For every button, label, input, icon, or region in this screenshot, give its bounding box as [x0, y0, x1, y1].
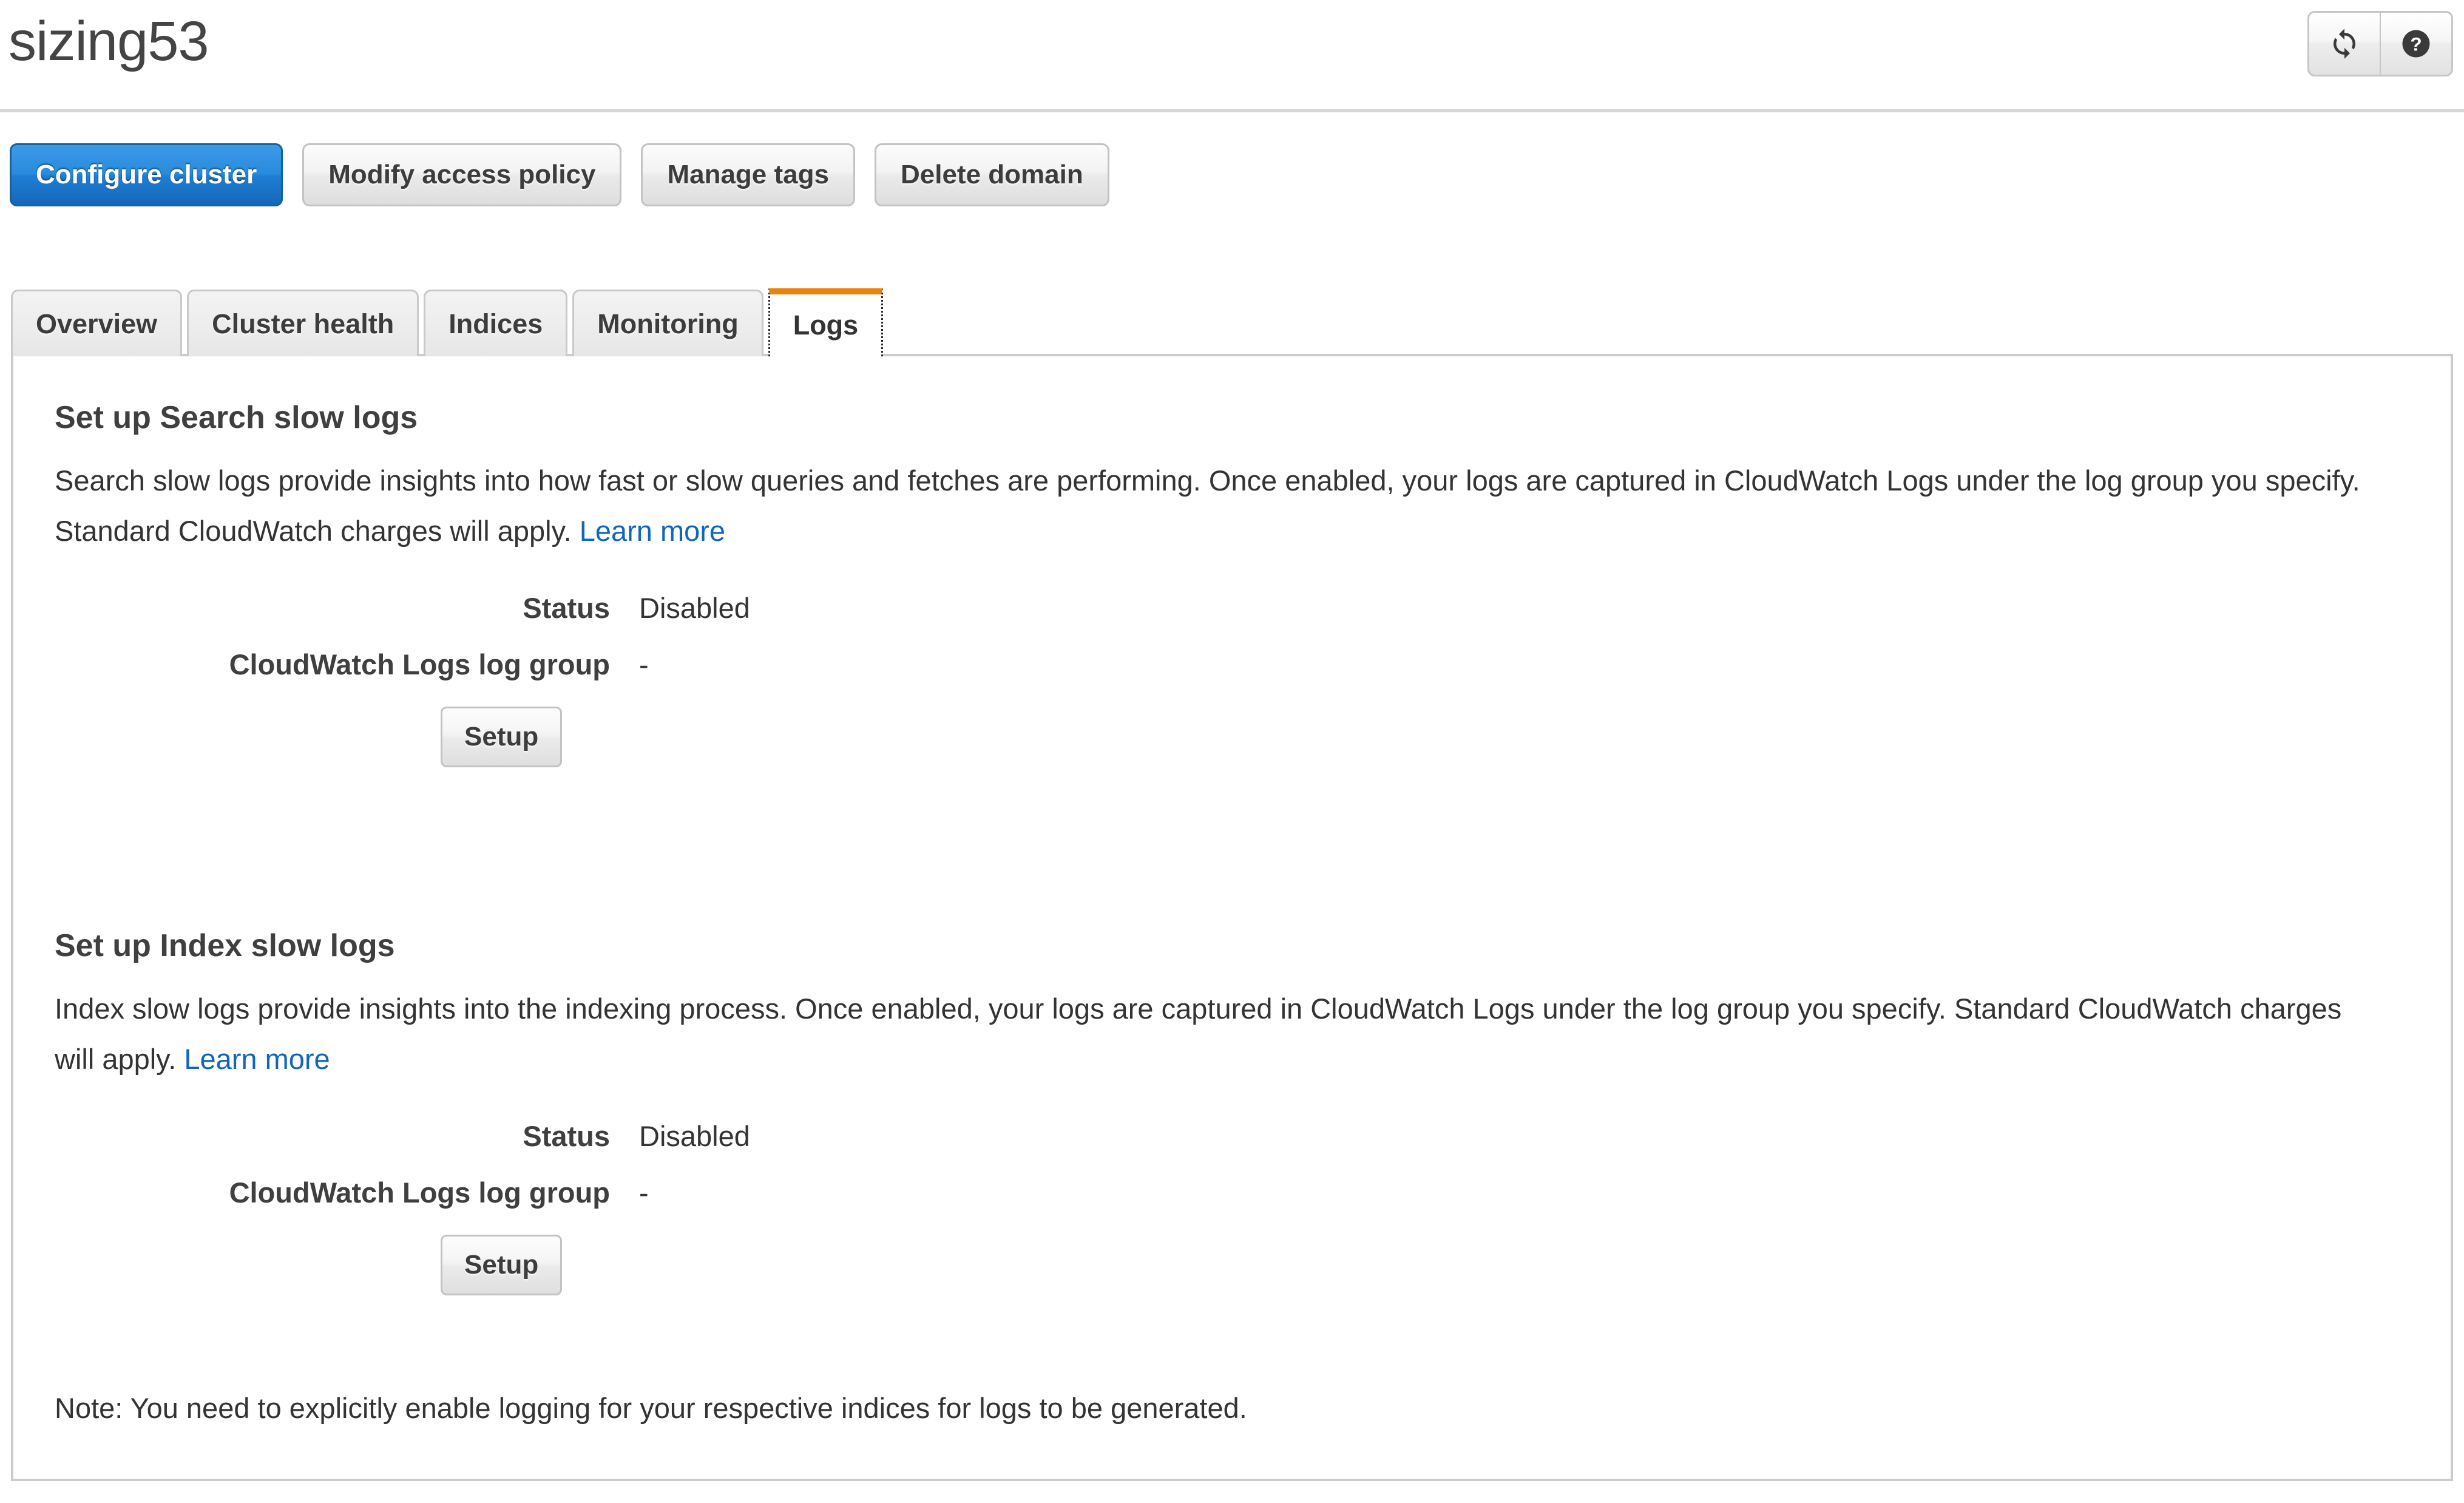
header-action-buttons: ?: [2307, 11, 2453, 76]
page-title: sizing53: [8, 10, 209, 72]
search-slow-logs-log-group-label: CloudWatch Logs log group: [229, 648, 610, 680]
index-slow-logs-status-row: Status Disabled: [55, 1119, 2451, 1153]
index-slow-logs-log-group-row: CloudWatch Logs log group -: [55, 1176, 2451, 1209]
search-slow-logs-learn-more-link[interactable]: Learn more: [580, 515, 725, 547]
index-slow-logs-title: Set up Index slow logs: [55, 928, 395, 963]
action-bar: Configure cluster Modify access policy M…: [10, 143, 1109, 206]
search-slow-logs-description: Search slow logs provide insights into h…: [55, 455, 2379, 556]
search-slow-logs-status-value: Disabled: [639, 592, 750, 624]
search-slow-logs-setup-wrap: Setup: [55, 707, 2451, 767]
page-header: sizing53 ?: [0, 0, 2464, 112]
logging-note: Note: You need to explicitly enable logg…: [55, 1392, 1247, 1424]
tab-indices[interactable]: Indices: [424, 290, 568, 356]
index-slow-logs-status-label: Status: [523, 1120, 610, 1152]
search-slow-logs-status-row: Status Disabled: [55, 591, 2451, 625]
index-slow-logs-description-text: Index slow logs provide insights into th…: [55, 992, 2342, 1075]
help-button[interactable]: ?: [2380, 11, 2453, 76]
tab-monitoring[interactable]: Monitoring: [572, 290, 763, 356]
search-slow-logs-log-group-row: CloudWatch Logs log group -: [55, 648, 2451, 681]
search-slow-logs-section: Set up Search slow logs Search slow logs…: [55, 402, 2451, 767]
index-slow-logs-setup-button[interactable]: Setup: [441, 1235, 563, 1295]
index-slow-logs-section: Set up Index slow logs Index slow logs p…: [55, 930, 2451, 1295]
index-slow-logs-learn-more-link[interactable]: Learn more: [184, 1043, 330, 1075]
svg-text:?: ?: [2410, 33, 2422, 55]
manage-tags-button[interactable]: Manage tags: [641, 143, 855, 206]
index-slow-logs-log-group-label: CloudWatch Logs log group: [229, 1176, 610, 1209]
configure-cluster-button[interactable]: Configure cluster: [10, 143, 283, 206]
tab-overview[interactable]: Overview: [11, 290, 183, 356]
search-slow-logs-title: Set up Search slow logs: [55, 400, 418, 435]
tab-bar: Overview Cluster health Indices Monitori…: [11, 288, 884, 356]
index-slow-logs-description: Index slow logs provide insights into th…: [55, 983, 2361, 1084]
refresh-icon: [2328, 27, 2361, 60]
index-slow-logs-setup-wrap: Setup: [55, 1235, 2451, 1295]
search-slow-logs-description-text: Search slow logs provide insights into h…: [55, 464, 2360, 547]
search-slow-logs-status-label: Status: [523, 592, 610, 624]
logs-panel: Set up Search slow logs Search slow logs…: [11, 354, 2453, 1481]
search-slow-logs-log-group-value: -: [639, 648, 649, 680]
tab-cluster-health[interactable]: Cluster health: [187, 290, 419, 356]
search-slow-logs-setup-button[interactable]: Setup: [441, 707, 563, 767]
index-slow-logs-status-value: Disabled: [639, 1120, 750, 1152]
delete-domain-button[interactable]: Delete domain: [874, 143, 1109, 206]
help-icon: ?: [2400, 27, 2432, 60]
modify-access-policy-button[interactable]: Modify access policy: [302, 143, 622, 206]
tab-logs[interactable]: Logs: [768, 288, 884, 356]
index-slow-logs-log-group-value: -: [639, 1176, 649, 1209]
refresh-button[interactable]: [2307, 11, 2380, 76]
